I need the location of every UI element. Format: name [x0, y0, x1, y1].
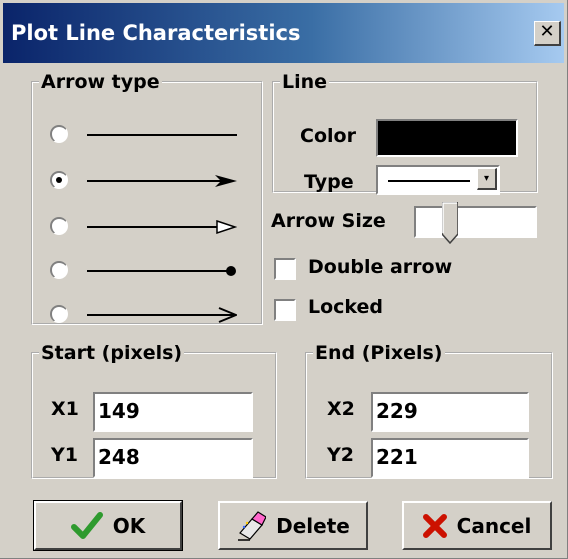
type-label: Type [304, 171, 354, 193]
arrow-type-radio-dot[interactable] [50, 261, 68, 279]
x1-input[interactable]: 149 [93, 392, 253, 432]
arrow-size-label: Arrow Size [271, 210, 386, 232]
double-arrow-checkbox[interactable] [274, 258, 296, 280]
arrow-type-radio-plain[interactable] [50, 125, 68, 143]
end-legend: End (Pixels) [315, 342, 443, 364]
start-legend: Start (pixels) [41, 342, 183, 364]
delete-button[interactable]: Delete [218, 501, 368, 550]
arrow-type-group: Arrow type [31, 71, 263, 325]
end-pixels-group: End (Pixels) X2 229 Y2 221 [305, 342, 553, 479]
color-label: Color [300, 125, 356, 147]
start-pixels-group: Start (pixels) X1 149 Y1 248 [31, 342, 277, 479]
close-icon: ✕ [539, 21, 555, 42]
cancel-button-label: Cancel [456, 513, 532, 538]
arrow-sample-plain-icon [87, 134, 237, 136]
dropdown-button[interactable]: ▾ [477, 168, 497, 190]
ok-button[interactable]: OK [33, 500, 183, 551]
delete-button-label: Delete [276, 513, 350, 538]
y2-label: Y2 [327, 444, 354, 466]
arrow-sample-filled-head-icon [87, 175, 237, 187]
arrow-type-radio-line-head[interactable] [50, 305, 68, 323]
arrow-type-legend: Arrow type [41, 71, 160, 93]
eraser-icon [238, 510, 267, 541]
x1-label: X1 [51, 398, 79, 420]
arrow-sample-line-head-icon [87, 307, 237, 323]
checkmark-icon [70, 511, 103, 539]
arrow-sample-dot-head-icon [87, 266, 236, 276]
radio-selected-dot [56, 177, 62, 183]
arrow-type-radio-filled[interactable] [50, 171, 68, 189]
arrow-size-slider[interactable] [414, 202, 537, 244]
line-type-dropdown[interactable]: ▾ [376, 165, 500, 195]
y2-input[interactable]: 221 [371, 438, 529, 478]
slider-thumb[interactable] [442, 202, 458, 244]
window-title: Plot Line Characteristics [11, 21, 301, 45]
x2-label: X2 [327, 398, 355, 420]
chevron-down-icon: ▾ [483, 173, 490, 184]
solid-line-sample-icon [388, 180, 470, 182]
cancel-button[interactable]: Cancel [402, 501, 552, 550]
locked-checkbox[interactable] [274, 299, 296, 321]
title-bar[interactable]: Plot Line Characteristics ✕ [3, 3, 564, 63]
color-swatch[interactable] [376, 119, 518, 157]
arrow-type-radio-open[interactable] [50, 217, 68, 235]
locked-label: Locked [308, 296, 384, 318]
dialog-window: Plot Line Characteristics ✕ Arrow type L… [0, 0, 568, 559]
line-legend: Line [282, 71, 328, 93]
cross-icon [422, 513, 447, 538]
close-button[interactable]: ✕ [534, 21, 561, 46]
double-arrow-label: Double arrow [308, 256, 453, 278]
y1-input[interactable]: 248 [93, 438, 253, 478]
x2-input[interactable]: 229 [371, 392, 529, 432]
y1-label: Y1 [51, 444, 78, 466]
ok-button-label: OK [112, 513, 146, 538]
line-group: Line Color Type ▾ [272, 71, 538, 195]
arrow-sample-open-head-icon [87, 219, 237, 235]
